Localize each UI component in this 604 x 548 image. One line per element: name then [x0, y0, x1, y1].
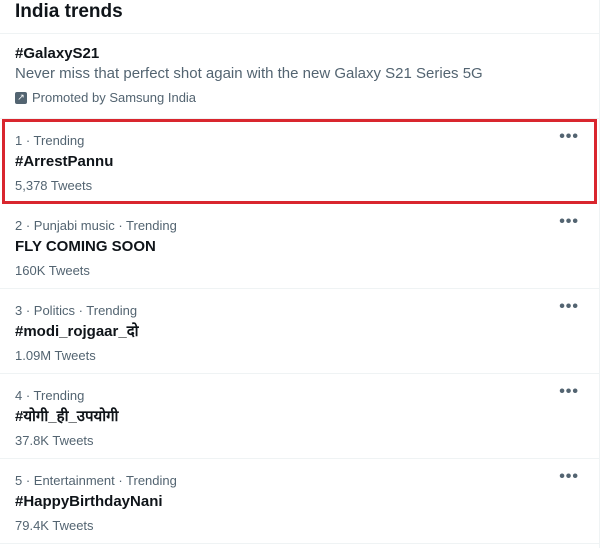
promoted-by-row: ↗ Promoted by Samsung India [15, 90, 584, 105]
trend-meta: 2 · Punjabi music · Trending [15, 218, 177, 233]
trend-tweet-count: 37.8K Tweets [15, 433, 94, 448]
trends-header: India trends [0, 0, 599, 34]
more-options-icon[interactable]: ••• [559, 469, 579, 485]
trend-name[interactable]: #HappyBirthdayNani [15, 492, 584, 512]
more-options-icon[interactable]: ••• [559, 384, 579, 400]
promoted-by-label: Promoted by Samsung India [32, 90, 197, 105]
trend-item[interactable]: 4 · Trending #योगी_ही_उपयोगी 37.8K Tweet… [0, 374, 599, 459]
trend-item[interactable]: 3 · Politics · Trending #modi_rojgaar_दो… [0, 289, 599, 374]
trend-tweet-count: 1.09M Tweets [15, 348, 96, 363]
trend-name[interactable]: FLY COMING SOON [15, 237, 584, 257]
trend-item[interactable]: 2 · Punjabi music · Trending FLY COMING … [0, 204, 599, 289]
trend-meta: 5 · Entertainment · Trending [15, 473, 177, 488]
trend-meta: 4 · Trending [15, 388, 85, 403]
promoted-trend[interactable]: #GalaxyS21 Never miss that perfect shot … [0, 34, 599, 119]
trend-name[interactable]: #ArrestPannu [15, 152, 582, 172]
more-options-icon[interactable]: ••• [559, 214, 579, 230]
trend-tweet-count: 79.4K Tweets [15, 518, 94, 533]
trends-panel: India trends #GalaxyS21 Never miss that … [0, 0, 600, 548]
promoted-trend-description: Never miss that perfect shot again with … [15, 65, 483, 82]
trend-item[interactable]: 5 · Entertainment · Trending #HappyBirth… [0, 459, 599, 544]
trend-item[interactable]: 1 · Trending #ArrestPannu 5,378 Tweets •… [2, 119, 597, 204]
trend-tweet-count: 5,378 Tweets [15, 178, 93, 193]
promoted-arrow-icon: ↗ [15, 91, 27, 104]
more-options-icon[interactable]: ••• [559, 129, 579, 145]
trends-title: India trends [15, 0, 123, 22]
trend-meta: 1 · Trending [15, 133, 85, 148]
promoted-trend-title[interactable]: #GalaxyS21 [15, 44, 584, 64]
trend-name[interactable]: #योगी_ही_उपयोगी [15, 407, 584, 427]
trend-tweet-count: 160K Tweets [15, 263, 90, 278]
trend-name[interactable]: #modi_rojgaar_दो [15, 322, 584, 342]
more-options-icon[interactable]: ••• [559, 299, 579, 315]
trend-meta: 3 · Politics · Trending [15, 303, 138, 318]
